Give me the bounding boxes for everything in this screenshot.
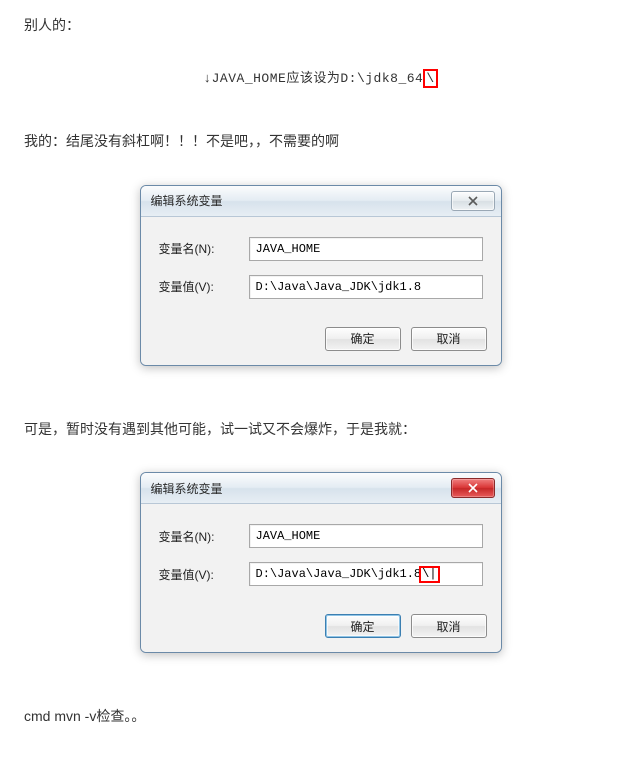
paragraph-4: cmd mvn -v检查。。 [24,703,617,730]
var-name-label: 变量名(N): [159,240,249,257]
highlighted-backslash: \ [423,69,437,89]
var-name-label: 变量名(N): [159,528,249,545]
var-value-text: D:\Java\Java_JDK\jdk1.8 [256,567,422,581]
path-note-text: ↓JAVA_HOME应该设为D:\jdk8_64 [203,71,423,86]
cancel-button[interactable]: 取消 [411,327,487,351]
var-name-field[interactable]: JAVA_HOME [249,237,483,261]
ok-button[interactable]: 确定 [325,614,401,638]
cancel-button[interactable]: 取消 [411,614,487,638]
paragraph-3: 可是，暂时没有遇到其他可能，试一试又不会爆炸，于是我就： [24,416,617,443]
var-name-field[interactable]: JAVA_HOME [249,524,483,548]
close-button[interactable] [451,191,495,211]
var-value-field[interactable]: D:\Java\Java_JDK\jdk1.8\| [249,562,483,586]
close-icon [468,483,478,493]
highlighted-backslash-cursor: \| [419,566,439,583]
ok-button[interactable]: 确定 [325,327,401,351]
paragraph-1: 别人的： [24,12,617,39]
edit-env-var-dialog-1: 编辑系统变量 变量名(N): JAVA_HOME 变量值(V): D:\Java… [140,185,502,366]
highlighted-path-note: ↓JAVA_HOME应该设为D:\jdk8_64\ [24,67,617,89]
paragraph-2: 我的：结尾没有斜杠啊！！！不是吧，，不需要的啊 [24,128,617,155]
dialog-title-text: 编辑系统变量 [151,480,223,497]
close-button[interactable] [451,478,495,498]
dialog-title-text: 编辑系统变量 [151,192,223,209]
dialog-titlebar: 编辑系统变量 [141,186,501,217]
var-value-field[interactable]: D:\Java\Java_JDK\jdk1.8 [249,275,483,299]
var-value-label: 变量值(V): [159,566,249,583]
edit-env-var-dialog-2: 编辑系统变量 变量名(N): JAVA_HOME 变量值(V): D:\Java… [140,472,502,653]
var-value-label: 变量值(V): [159,278,249,295]
dialog-titlebar: 编辑系统变量 [141,473,501,504]
close-icon [468,196,478,206]
